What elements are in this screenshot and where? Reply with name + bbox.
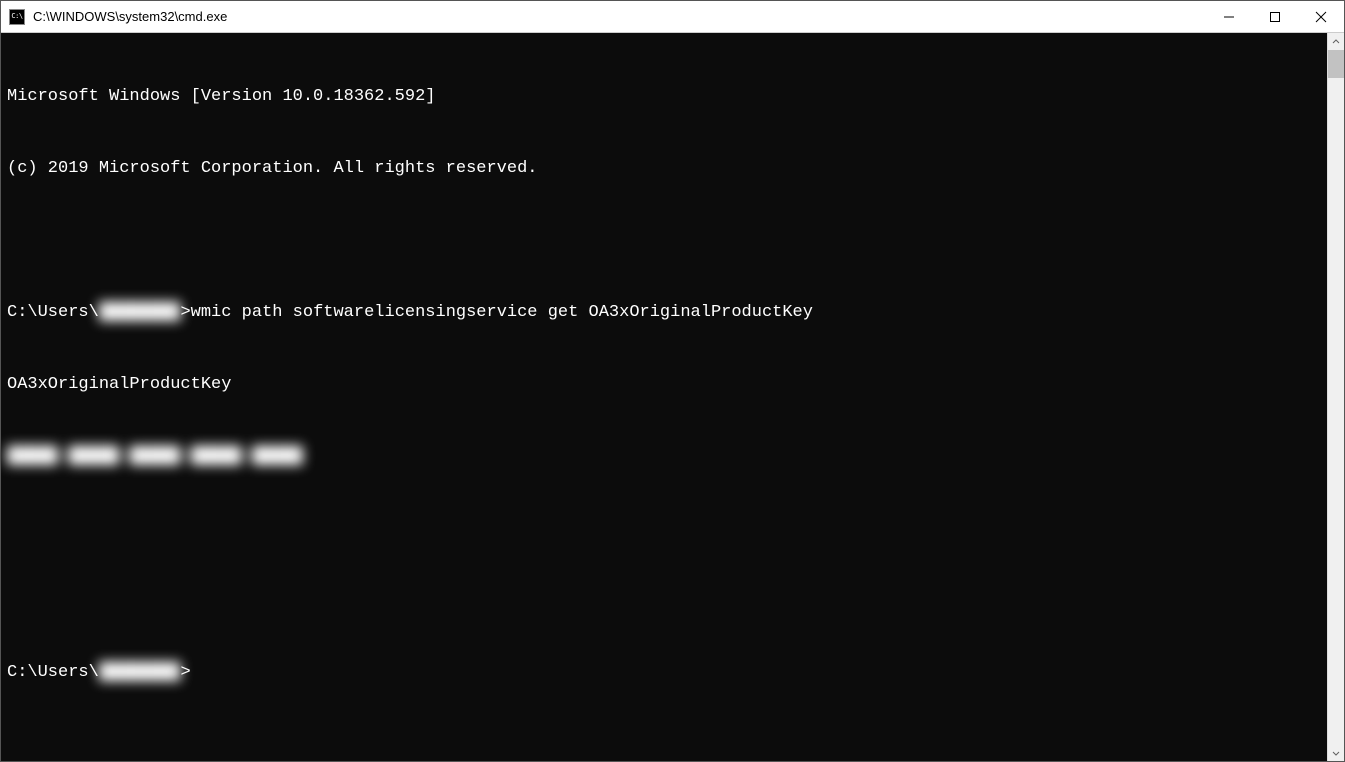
command-text: wmic path softwarelicensingservice get O… xyxy=(191,301,813,325)
minimize-button[interactable] xyxy=(1206,1,1252,32)
content-area: Microsoft Windows [Version 10.0.18362.59… xyxy=(1,33,1344,761)
scrollbar-thumb[interactable] xyxy=(1328,50,1344,78)
prompt-line-2: C:\Users\████████> xyxy=(7,661,1321,685)
prompt-user-blurred-2: ████████ xyxy=(99,661,181,685)
close-button[interactable] xyxy=(1298,1,1344,32)
prompt-suffix-1: > xyxy=(180,301,190,325)
prompt-suffix-2: > xyxy=(180,661,190,685)
titlebar[interactable]: C:\ C:\WINDOWS\system32\cmd.exe xyxy=(1,1,1344,33)
cmd-icon: C:\ xyxy=(9,9,25,25)
output-key-line: █████-█████-█████-█████-█████ xyxy=(7,445,1321,469)
prompt-line-1: C:\Users\████████>wmic path softwarelice… xyxy=(7,301,1321,325)
minimize-icon xyxy=(1223,11,1235,23)
scrollbar-track[interactable] xyxy=(1328,50,1344,744)
output-header: OA3xOriginalProductKey xyxy=(7,373,1321,397)
blank-line-3 xyxy=(7,589,1321,613)
blank-line-1 xyxy=(7,229,1321,253)
prompt-prefix-1: C:\Users\ xyxy=(7,301,99,325)
prompt-prefix-2: C:\Users\ xyxy=(7,661,99,685)
scrollbar-up-button[interactable] xyxy=(1328,33,1344,50)
prompt-user-blurred-1: ████████ xyxy=(99,301,181,325)
chevron-down-icon xyxy=(1332,749,1340,757)
banner-copyright: (c) 2019 Microsoft Corporation. All righ… xyxy=(7,157,1321,181)
cmd-icon-text: C:\ xyxy=(11,13,22,20)
maximize-button[interactable] xyxy=(1252,1,1298,32)
window-title: C:\WINDOWS\system32\cmd.exe xyxy=(33,9,227,24)
banner-version: Microsoft Windows [Version 10.0.18362.59… xyxy=(7,85,1321,109)
cmd-window: C:\ C:\WINDOWS\system32\cmd.exe xyxy=(0,0,1345,762)
scrollbar-down-button[interactable] xyxy=(1328,744,1344,761)
product-key-blurred: █████-█████-█████-█████-█████ xyxy=(7,445,303,469)
blank-line-2 xyxy=(7,517,1321,541)
close-icon xyxy=(1315,11,1327,23)
terminal-output[interactable]: Microsoft Windows [Version 10.0.18362.59… xyxy=(1,33,1327,761)
chevron-up-icon xyxy=(1332,38,1340,46)
window-controls xyxy=(1206,1,1344,32)
vertical-scrollbar[interactable] xyxy=(1327,33,1344,761)
maximize-icon xyxy=(1269,11,1281,23)
